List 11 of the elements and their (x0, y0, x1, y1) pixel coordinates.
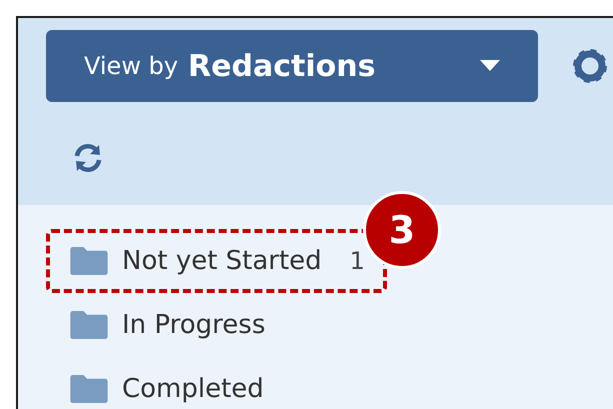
refresh-icon[interactable] (72, 142, 104, 174)
caret-icon (480, 60, 500, 72)
view-by-dropdown[interactable]: View by Redactions (46, 30, 538, 102)
step-number-badge: 3 (362, 191, 441, 269)
settings-icon[interactable] (570, 46, 610, 86)
folder-icon (70, 247, 108, 275)
folder-item[interactable]: Completed (70, 372, 264, 406)
folder-item[interactable]: Not yet Started 1 (70, 244, 365, 278)
folder-icon (70, 311, 108, 339)
folder-icon (70, 375, 108, 403)
folder-item[interactable]: In Progress (70, 308, 266, 342)
